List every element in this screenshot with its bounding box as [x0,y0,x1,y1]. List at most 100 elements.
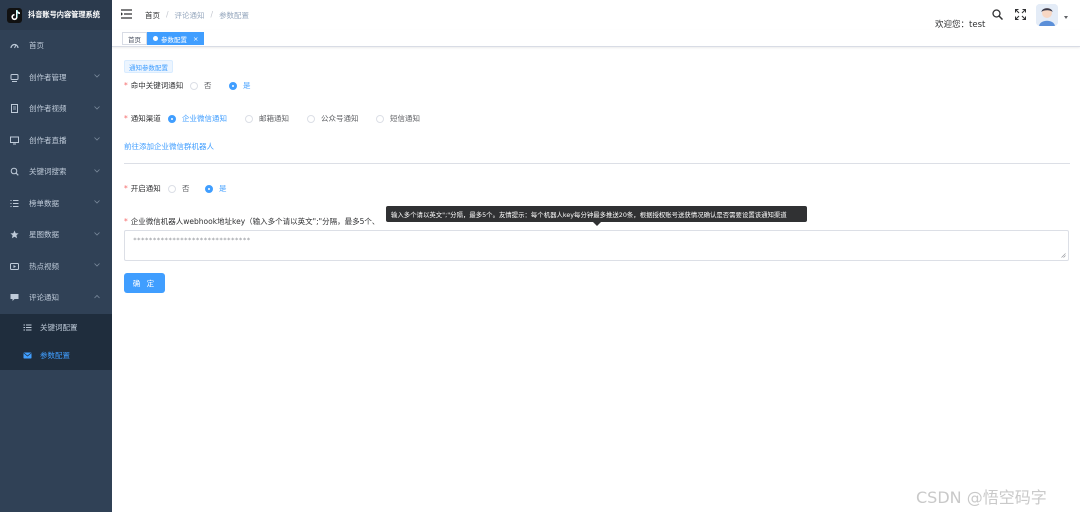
dashboard-icon [10,41,19,50]
radio-circle [245,114,253,123]
fullscreen-icon[interactable] [1015,9,1026,20]
breadcrumb-separator: / [210,10,214,19]
tag-home[interactable]: 首页 [122,32,147,45]
breadcrumb: 首页 / 评论通知 / 参数配置 [145,10,249,21]
keyword-notify-label-text: 命中关键词通知 [130,81,184,90]
enable-notify-label: * 开启通知 [124,183,161,194]
sidebar-item-creator-video[interactable]: 创作者视频 [0,93,112,125]
mail-icon [23,351,32,360]
sidebar-subitem-param-config[interactable]: 参数配置 [0,342,112,370]
enable-notify-label-text: 开启通知 [130,184,161,193]
close-icon[interactable]: × [193,35,198,43]
sidebar-item-star-data[interactable]: 星图数据 [0,219,112,251]
required-mark: * [124,184,128,193]
search-icon [10,167,19,176]
radio-label: 公众号通知 [321,114,359,123]
video-doc-icon [10,104,19,114]
sidebar-item-label: 创作者管理 [29,72,67,82]
sidebar-item-label: 关键词搜索 [29,167,67,177]
sidebar-item-rank-data[interactable]: 榜单数据 [0,188,112,220]
watermark: CSDN @悟空码字 [916,488,1047,507]
sidebar-item-label: 创作者直播 [29,135,67,145]
radio-circle [168,114,176,123]
tiktok-logo-icon [7,7,22,23]
chevron-down-icon [94,231,100,236]
star-icon [10,230,19,239]
tag-param-config[interactable]: 参数配置 × [147,32,205,45]
radio-circle [229,81,237,90]
welcome-text: 欢迎您：test [935,20,986,30]
required-mark: * [124,217,128,226]
webhook-key-textarea[interactable]: ****************************** [124,230,1069,261]
sidebar-item-keyword-search[interactable]: 关键词搜索 [0,156,112,188]
radio-label: 是 [219,184,227,193]
radio-label: 是 [243,81,251,90]
chevron-down-icon [94,105,100,110]
breadcrumb-separator: / [166,10,169,19]
chevron-up-icon [94,294,100,299]
keyword-notify-label: * 命中关键词通知 [124,80,183,91]
radio-circle [190,81,198,90]
app-title: 抖音账号内容管理系统 [28,10,100,19]
webhook-label-text: 企业微信机器人webhook地址key（输入多个请以英文";"分隔，最多5个、 [130,217,380,226]
channel-radio-email[interactable]: 邮箱通知 [245,113,289,124]
sidebar-item-label: 评论通知 [29,293,59,303]
radio-circle [205,184,213,193]
resize-grip-icon[interactable] [1061,253,1066,258]
hamburger-icon[interactable] [121,9,132,19]
sidebar-item-home[interactable]: 首页 [0,30,112,62]
chevron-down-icon [94,74,100,78]
radio-label: 邮箱通知 [259,114,289,123]
enable-notify-radio-yes[interactable]: 是 [205,183,227,194]
creator-icon [10,73,19,82]
required-mark: * [124,81,128,90]
confirm-button[interactable]: 确 定 [124,273,165,293]
hot-video-icon [10,262,19,271]
keyword-notify-radio-no[interactable]: 否 [190,80,212,91]
channel-radio-sms[interactable]: 短信通知 [376,113,420,124]
sidebar-item-label: 榜单数据 [29,198,59,208]
breadcrumb-current: 参数配置 [219,11,250,20]
keyword-notify-radio-yes[interactable]: 是 [229,80,251,91]
tag-label: 参数配置 [161,35,187,44]
add-wecom-robot-link[interactable]: 前往添加企业微信群机器人 [124,141,214,152]
webhook-tooltip: 输入多个请以英文";"分隔，最多5个。友情提示：每个机器人key每分钟最多推送2… [386,206,807,222]
radio-circle [307,114,315,123]
sidebar-item-label: 热点视频 [29,261,59,271]
radio-label: 否 [182,184,190,193]
sidebar-item-label: 首页 [29,41,44,51]
notify-param-section-button[interactable]: 通知参数配置 [124,60,173,73]
radio-label: 短信通知 [390,114,420,123]
brand[interactable]: 抖音账号内容管理系统 [0,0,112,30]
tags-view: 首页 参数配置 × [112,30,1080,47]
comment-notify-submenu: 关键词配置 参数配置 [0,313,112,370]
enable-notify-radio-no[interactable]: 否 [168,183,190,194]
radio-circle [168,184,176,193]
sidebar-subitem-keyword-config[interactable]: 关键词配置 [0,314,112,342]
channel-radio-wecom[interactable]: 企业微信通知 [168,113,227,124]
navbar: 首页 / 评论通知 / 参数配置 欢迎您：test [112,0,1080,30]
sidebar-subitem-label: 关键词配置 [40,323,78,332]
breadcrumb-home[interactable]: 首页 [145,10,160,21]
caret-down-icon[interactable] [1064,16,1068,19]
search-icon[interactable] [992,9,1003,20]
sidebar-subitem-label: 参数配置 [40,351,70,360]
sidebar-item-creator-manage[interactable]: 创作者管理 [0,62,112,94]
sidebar-item-creator-live[interactable]: 创作者直播 [0,125,112,157]
sidebar-item-hot-video[interactable]: 热点视频 [0,251,112,283]
channel-radio-official-account[interactable]: 公众号通知 [307,113,359,124]
radio-label: 企业微信通知 [182,114,227,123]
list-config-icon [23,323,32,332]
sidebar: 抖音账号内容管理系统 首页 创作者管理 创作者视频 创作者直播 关键词搜索 榜单… [0,0,112,512]
active-dot-icon [153,36,158,41]
radio-label: 否 [204,81,212,90]
section-divider [124,163,1070,164]
monitor-icon [10,136,19,145]
avatar[interactable] [1036,4,1058,26]
sidebar-item-comment-notify[interactable]: 评论通知 [0,282,112,314]
channel-label-text: 通知渠道 [130,114,161,123]
list-icon [10,199,19,208]
sidebar-item-label: 星图数据 [29,230,59,240]
breadcrumb-item: 评论通知 [174,11,205,20]
webhook-label: * 企业微信机器人webhook地址key（输入多个请以英文";"分隔，最多5个、 [124,216,379,227]
